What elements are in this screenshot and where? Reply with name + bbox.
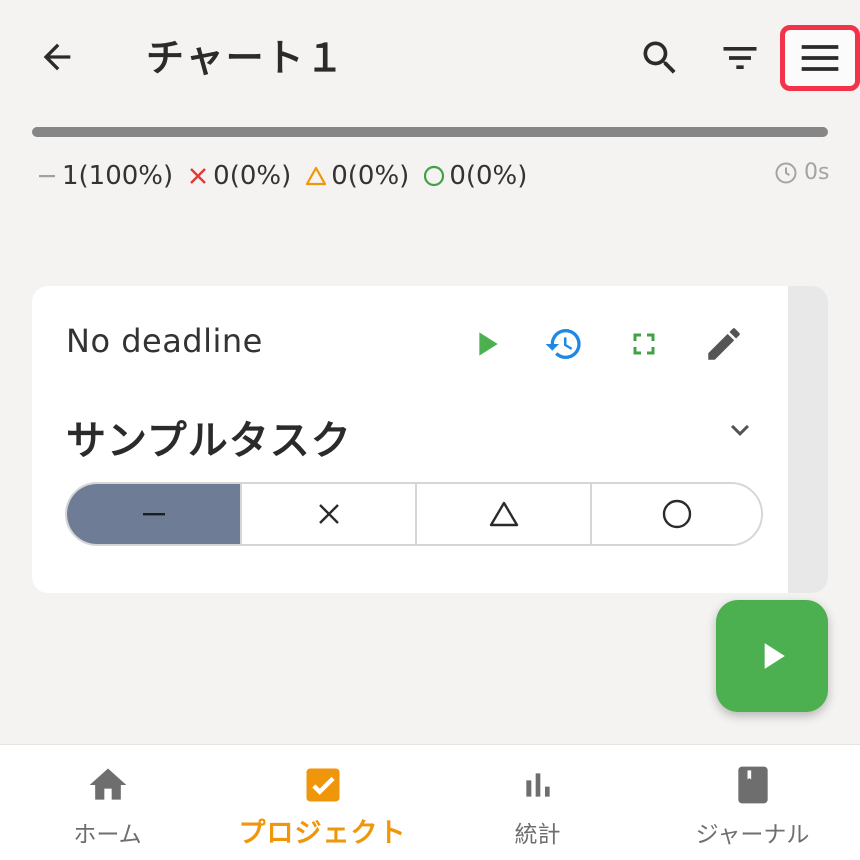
nav-label-stats: 統計 xyxy=(514,822,561,848)
task-card[interactable]: No deadline サンプルタスク xyxy=(32,286,828,593)
edit-button[interactable] xyxy=(700,320,748,368)
history-button[interactable] xyxy=(540,320,588,368)
bottom-navigation: ホーム プロジェクト 統計 ジャーナル xyxy=(0,744,860,860)
stat-circle-value: 0(0%) xyxy=(449,161,528,191)
search-icon xyxy=(643,41,676,74)
stat-cross: 0(0%) xyxy=(187,161,291,191)
segment-circle[interactable] xyxy=(590,484,761,544)
segment-unset[interactable] xyxy=(67,484,240,544)
stat-cross-value: 0(0%) xyxy=(213,161,292,191)
play-button[interactable] xyxy=(462,320,510,368)
clock-icon xyxy=(775,162,797,183)
status-segmented-control xyxy=(65,482,763,546)
nav-item-journal[interactable]: ジャーナル xyxy=(645,745,860,860)
segment-triangle[interactable] xyxy=(415,484,590,544)
card-side-strip xyxy=(788,286,828,593)
nav-label-home: ホーム xyxy=(73,822,142,848)
triangle-icon xyxy=(489,501,518,527)
dash-icon xyxy=(36,165,58,187)
circle-icon xyxy=(423,165,445,187)
stats-row: 1(100%) 0(0%) 0(0%) 0(0%) xyxy=(36,156,541,196)
play-icon xyxy=(479,332,498,356)
cross-icon xyxy=(318,504,339,524)
arrow-left-icon xyxy=(43,43,71,71)
stat-triangle-value: 0(0%) xyxy=(331,161,410,191)
dash-icon xyxy=(142,513,165,516)
triangle-icon xyxy=(305,165,327,187)
deadline-label: No deadline xyxy=(66,322,263,360)
page-title: チャート１ xyxy=(146,36,346,80)
search-button[interactable] xyxy=(632,30,688,86)
play-icon xyxy=(764,643,785,669)
checkbox-icon xyxy=(301,763,345,807)
nav-label-project: プロジェクト xyxy=(238,818,407,849)
hamburger-menu-icon xyxy=(801,45,839,71)
nav-item-stats[interactable]: 統計 xyxy=(430,745,645,860)
progress-fill xyxy=(32,127,828,137)
history-icon xyxy=(545,329,581,359)
filter-icon xyxy=(723,47,757,69)
bar-chart-icon xyxy=(516,763,560,807)
pencil-icon xyxy=(708,328,740,360)
timer-value: 0s xyxy=(804,160,830,185)
elapsed-timer: 0s xyxy=(774,160,829,185)
menu-button[interactable] xyxy=(780,25,860,91)
back-button[interactable] xyxy=(30,30,84,84)
chevron-down-icon xyxy=(731,424,749,436)
expand-button[interactable] xyxy=(720,410,760,450)
nav-item-home[interactable]: ホーム xyxy=(0,745,215,860)
fullscreen-icon xyxy=(633,333,655,355)
fullscreen-button[interactable] xyxy=(620,320,668,368)
filter-button[interactable] xyxy=(712,30,768,86)
circle-icon xyxy=(662,499,691,529)
nav-item-project[interactable]: プロジェクト xyxy=(215,745,430,860)
app-bar: チャート１ xyxy=(0,0,860,116)
start-fab[interactable] xyxy=(716,600,828,712)
stat-unset: 1(100%) xyxy=(36,161,173,191)
task-title: サンプルタスク xyxy=(66,418,352,464)
home-icon xyxy=(86,763,130,807)
stat-unset-value: 1(100%) xyxy=(62,161,174,191)
stat-triangle: 0(0%) xyxy=(305,161,409,191)
journal-icon xyxy=(731,763,775,807)
stat-circle: 0(0%) xyxy=(423,161,527,191)
segment-cross[interactable] xyxy=(240,484,415,544)
nav-label-journal: ジャーナル xyxy=(695,822,810,848)
cross-icon xyxy=(187,165,209,187)
progress-bar xyxy=(32,127,828,137)
